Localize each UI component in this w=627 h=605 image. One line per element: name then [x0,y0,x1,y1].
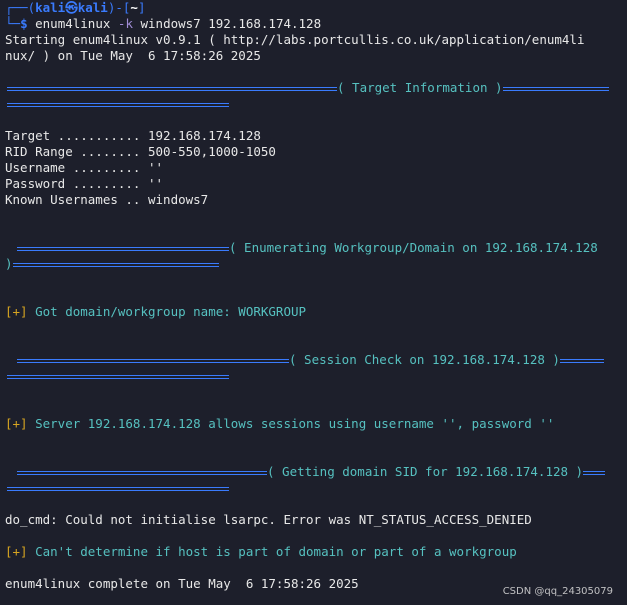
known-usernames-line: Known Usernames .. windows7 [5,192,209,207]
prompt-corner: ┌──( [5,0,36,15]
plus-marker: [+] [5,544,28,559]
section-title-sid: ( Getting domain SID for 192.168.174.128… [267,464,584,479]
section-rule-continuation: ) [5,256,622,272]
target-line: Target ........... 192.168.174.128 [5,128,261,143]
prompt-corner-bottom: └─ [5,16,21,31]
section-rule-left [17,470,267,475]
section-rule-continuation [5,368,622,384]
output-start-line-2: nux/ ) on Tue May 6 17:58:26 2025 [5,48,261,63]
output-start-line-1: Starting enum4linux v0.9.1 ( http://labs… [5,32,585,47]
section-header-target: ( Target Information ) [5,80,622,96]
rid-range-line: RID Range ........ 500-550,1000-1050 [5,144,276,159]
section-header-session: ( Session Check on 192.168.174.128 ) [5,352,622,368]
prompt-separator: )-[ [107,0,131,15]
section-rule-right [583,470,606,475]
section-rule-left [17,246,229,251]
prompt-directory: ~ [130,0,138,15]
prompt-user: kali㉿kali [35,0,108,15]
section-header-sid: ( Getting domain SID for 192.168.174.128… [5,464,622,480]
cant-determine-line: [+] Can't determine if host is part of d… [5,544,622,560]
password-line: Password ......... '' [5,176,164,191]
server-allows-text: Server 192.168.174.128 allows sessions u… [27,416,555,431]
command-args: windows7 192.168.174.128 [132,16,322,31]
section-rule-left [7,86,337,91]
csdn-watermark: CSDN @qq_24305079 [502,586,613,597]
prompt-bracket: ] [137,0,146,15]
section-title-session: ( Session Check on 192.168.174.128 ) [289,352,560,367]
server-allows-line: [+] Server 192.168.174.128 allows sessio… [5,416,622,432]
plus-marker: [+] [5,416,28,431]
terminal-window[interactable]: ┌──(kali㉿kali)-[~] └─$ enum4linux -k win… [0,0,627,605]
command-flag: -k [110,16,133,31]
section-title-target: ( Target Information ) [337,80,503,95]
section-rule-right [502,86,609,91]
section-rule-continuation [5,480,622,496]
username-line: Username ......... '' [5,160,164,175]
prompt-line-top: ┌──(kali㉿kali)-[~] [5,0,622,16]
command-name: enum4linux [35,16,111,31]
section-title-enumerating: ( Enumerating Workgroup/Domain on 192.16… [229,240,598,255]
section-rule-right [559,358,604,363]
section-header-enumerating: ( Enumerating Workgroup/Domain on 192.16… [5,240,622,256]
plus-marker: [+] [5,304,28,319]
got-domain-text: Got domain/workgroup name: WORKGROUP [27,304,307,319]
command-line[interactable]: └─$ enum4linux -k windows7 192.168.174.1… [5,16,622,32]
section-rule-left [17,358,289,363]
prompt-dollar: $ [20,16,36,31]
cant-determine-text: Can't determine if host is part of domai… [27,544,517,559]
got-domain-line: [+] Got domain/workgroup name: WORKGROUP [5,304,622,320]
section-rule-continuation [5,96,622,112]
do-cmd-error-line: do_cmd: Could not initialise lsarpc. Err… [5,512,532,527]
